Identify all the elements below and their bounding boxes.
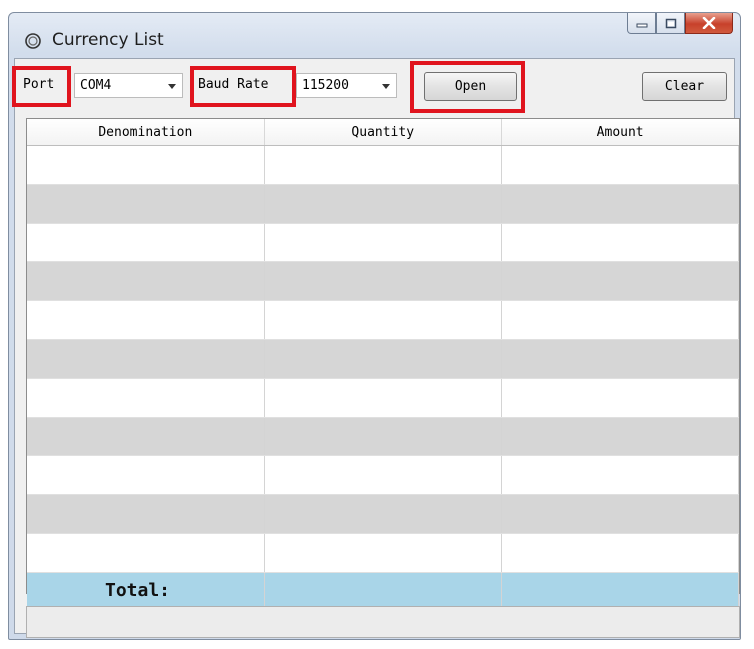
grid-header-row: Denomination Quantity Amount (27, 119, 739, 146)
open-button[interactable]: Open (424, 72, 517, 101)
minimize-button[interactable] (627, 13, 656, 34)
column-header-quantity[interactable]: Quantity (264, 119, 502, 146)
table-row[interactable] (27, 533, 740, 573)
baud-rate-select[interactable]: 115200 (296, 73, 397, 98)
table-row[interactable] (27, 223, 740, 263)
table-row[interactable] (27, 494, 740, 534)
total-quantity-cell (264, 572, 502, 610)
total-label: Total: (27, 572, 265, 610)
title-bar[interactable]: Currency List (9, 13, 740, 57)
client-area: Port COM4 Baud Rate 115200 Open Clear De… (12, 58, 740, 638)
column-header-denomination[interactable]: Denomination (27, 119, 265, 146)
table-row[interactable] (27, 339, 740, 379)
close-icon (702, 17, 716, 29)
table-row[interactable] (27, 378, 740, 418)
port-label: Port (23, 77, 55, 92)
clear-button[interactable]: Clear (642, 72, 727, 101)
maximize-button[interactable] (656, 13, 685, 34)
total-row: Total: (27, 572, 740, 610)
currency-grid: Denomination Quantity Amount Total: (26, 118, 740, 610)
table-row[interactable] (27, 300, 740, 340)
table-row[interactable] (27, 455, 740, 496)
port-select[interactable]: COM4 (74, 73, 183, 98)
currency-list-window: Currency List Port COM4 Baud Rate 115200… (8, 12, 741, 640)
minimize-icon (636, 23, 647, 28)
total-amount-cell (501, 572, 740, 610)
window-title: Currency List (52, 30, 164, 50)
baud-rate-select-value: 115200 (302, 78, 349, 93)
close-button[interactable] (685, 13, 733, 34)
maximize-icon (665, 18, 676, 28)
chevron-down-icon (168, 84, 176, 89)
table-row[interactable] (27, 184, 740, 224)
table-row[interactable] (27, 417, 740, 457)
column-header-amount[interactable]: Amount (501, 119, 739, 146)
table-row[interactable] (27, 145, 740, 185)
chevron-down-icon (382, 84, 390, 89)
caption-buttons (627, 13, 733, 35)
baud-rate-label: Baud Rate (198, 77, 269, 92)
port-select-value: COM4 (80, 78, 112, 93)
table-row[interactable] (27, 261, 740, 302)
app-circle-icon (25, 33, 41, 49)
status-bar (26, 606, 740, 638)
